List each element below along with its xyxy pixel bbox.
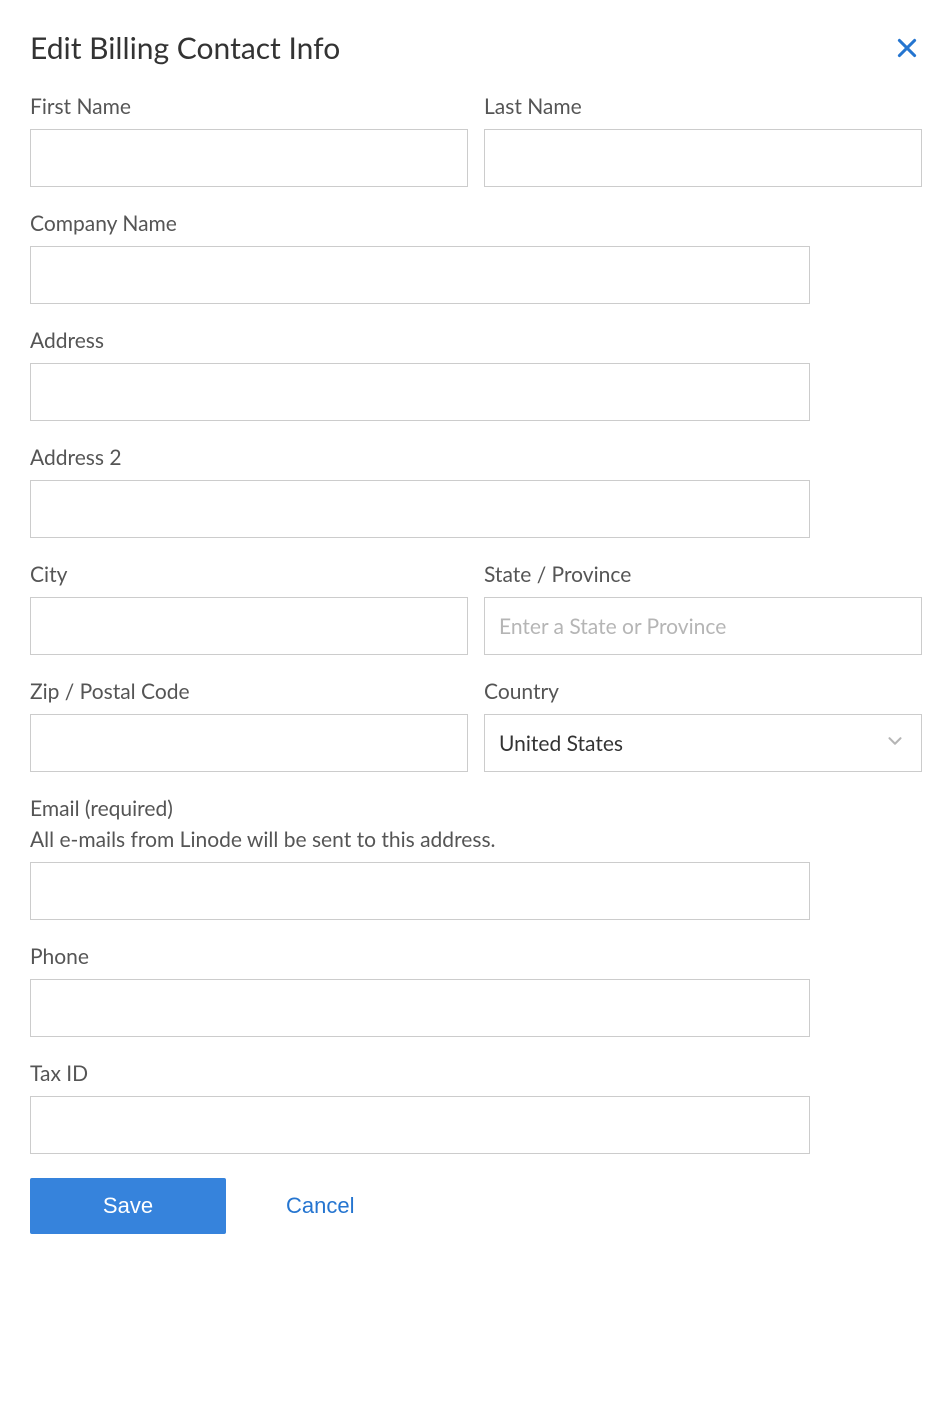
- company-name-group: Company Name: [30, 211, 810, 304]
- form-actions: Save Cancel: [30, 1178, 922, 1234]
- address-group: Address: [30, 328, 810, 421]
- tax-id-label: Tax ID: [30, 1061, 810, 1086]
- address2-group: Address 2: [30, 445, 810, 538]
- first-name-label: First Name: [30, 94, 468, 119]
- city-group: City: [30, 562, 468, 655]
- email-group: Email (required) All e-mails from Linode…: [30, 796, 810, 920]
- address2-input[interactable]: [30, 480, 810, 538]
- company-name-label: Company Name: [30, 211, 810, 236]
- phone-input[interactable]: [30, 979, 810, 1037]
- phone-label: Phone: [30, 944, 810, 969]
- country-label: Country: [484, 679, 922, 704]
- save-button[interactable]: Save: [30, 1178, 226, 1234]
- state-input[interactable]: [484, 597, 922, 655]
- phone-group: Phone: [30, 944, 810, 1037]
- email-label: Email (required): [30, 796, 810, 821]
- close-button[interactable]: [892, 33, 922, 63]
- address-input[interactable]: [30, 363, 810, 421]
- zip-group: Zip / Postal Code: [30, 679, 468, 772]
- modal-header: Edit Billing Contact Info: [30, 30, 922, 66]
- tax-id-group: Tax ID: [30, 1061, 810, 1154]
- last-name-label: Last Name: [484, 94, 922, 119]
- zip-input[interactable]: [30, 714, 468, 772]
- cancel-button[interactable]: Cancel: [286, 1193, 354, 1219]
- address2-label: Address 2: [30, 445, 810, 470]
- city-input[interactable]: [30, 597, 468, 655]
- country-group: Country: [484, 679, 922, 772]
- first-name-input[interactable]: [30, 129, 468, 187]
- modal-title: Edit Billing Contact Info: [30, 30, 340, 66]
- country-select[interactable]: [484, 714, 922, 772]
- email-hint: All e-mails from Linode will be sent to …: [30, 827, 810, 852]
- last-name-input[interactable]: [484, 129, 922, 187]
- state-group: State / Province: [484, 562, 922, 655]
- close-icon: [894, 35, 920, 61]
- tax-id-input[interactable]: [30, 1096, 810, 1154]
- first-name-group: First Name: [30, 94, 468, 187]
- city-label: City: [30, 562, 468, 587]
- address-label: Address: [30, 328, 810, 353]
- state-label: State / Province: [484, 562, 922, 587]
- email-input[interactable]: [30, 862, 810, 920]
- zip-label: Zip / Postal Code: [30, 679, 468, 704]
- company-name-input[interactable]: [30, 246, 810, 304]
- last-name-group: Last Name: [484, 94, 922, 187]
